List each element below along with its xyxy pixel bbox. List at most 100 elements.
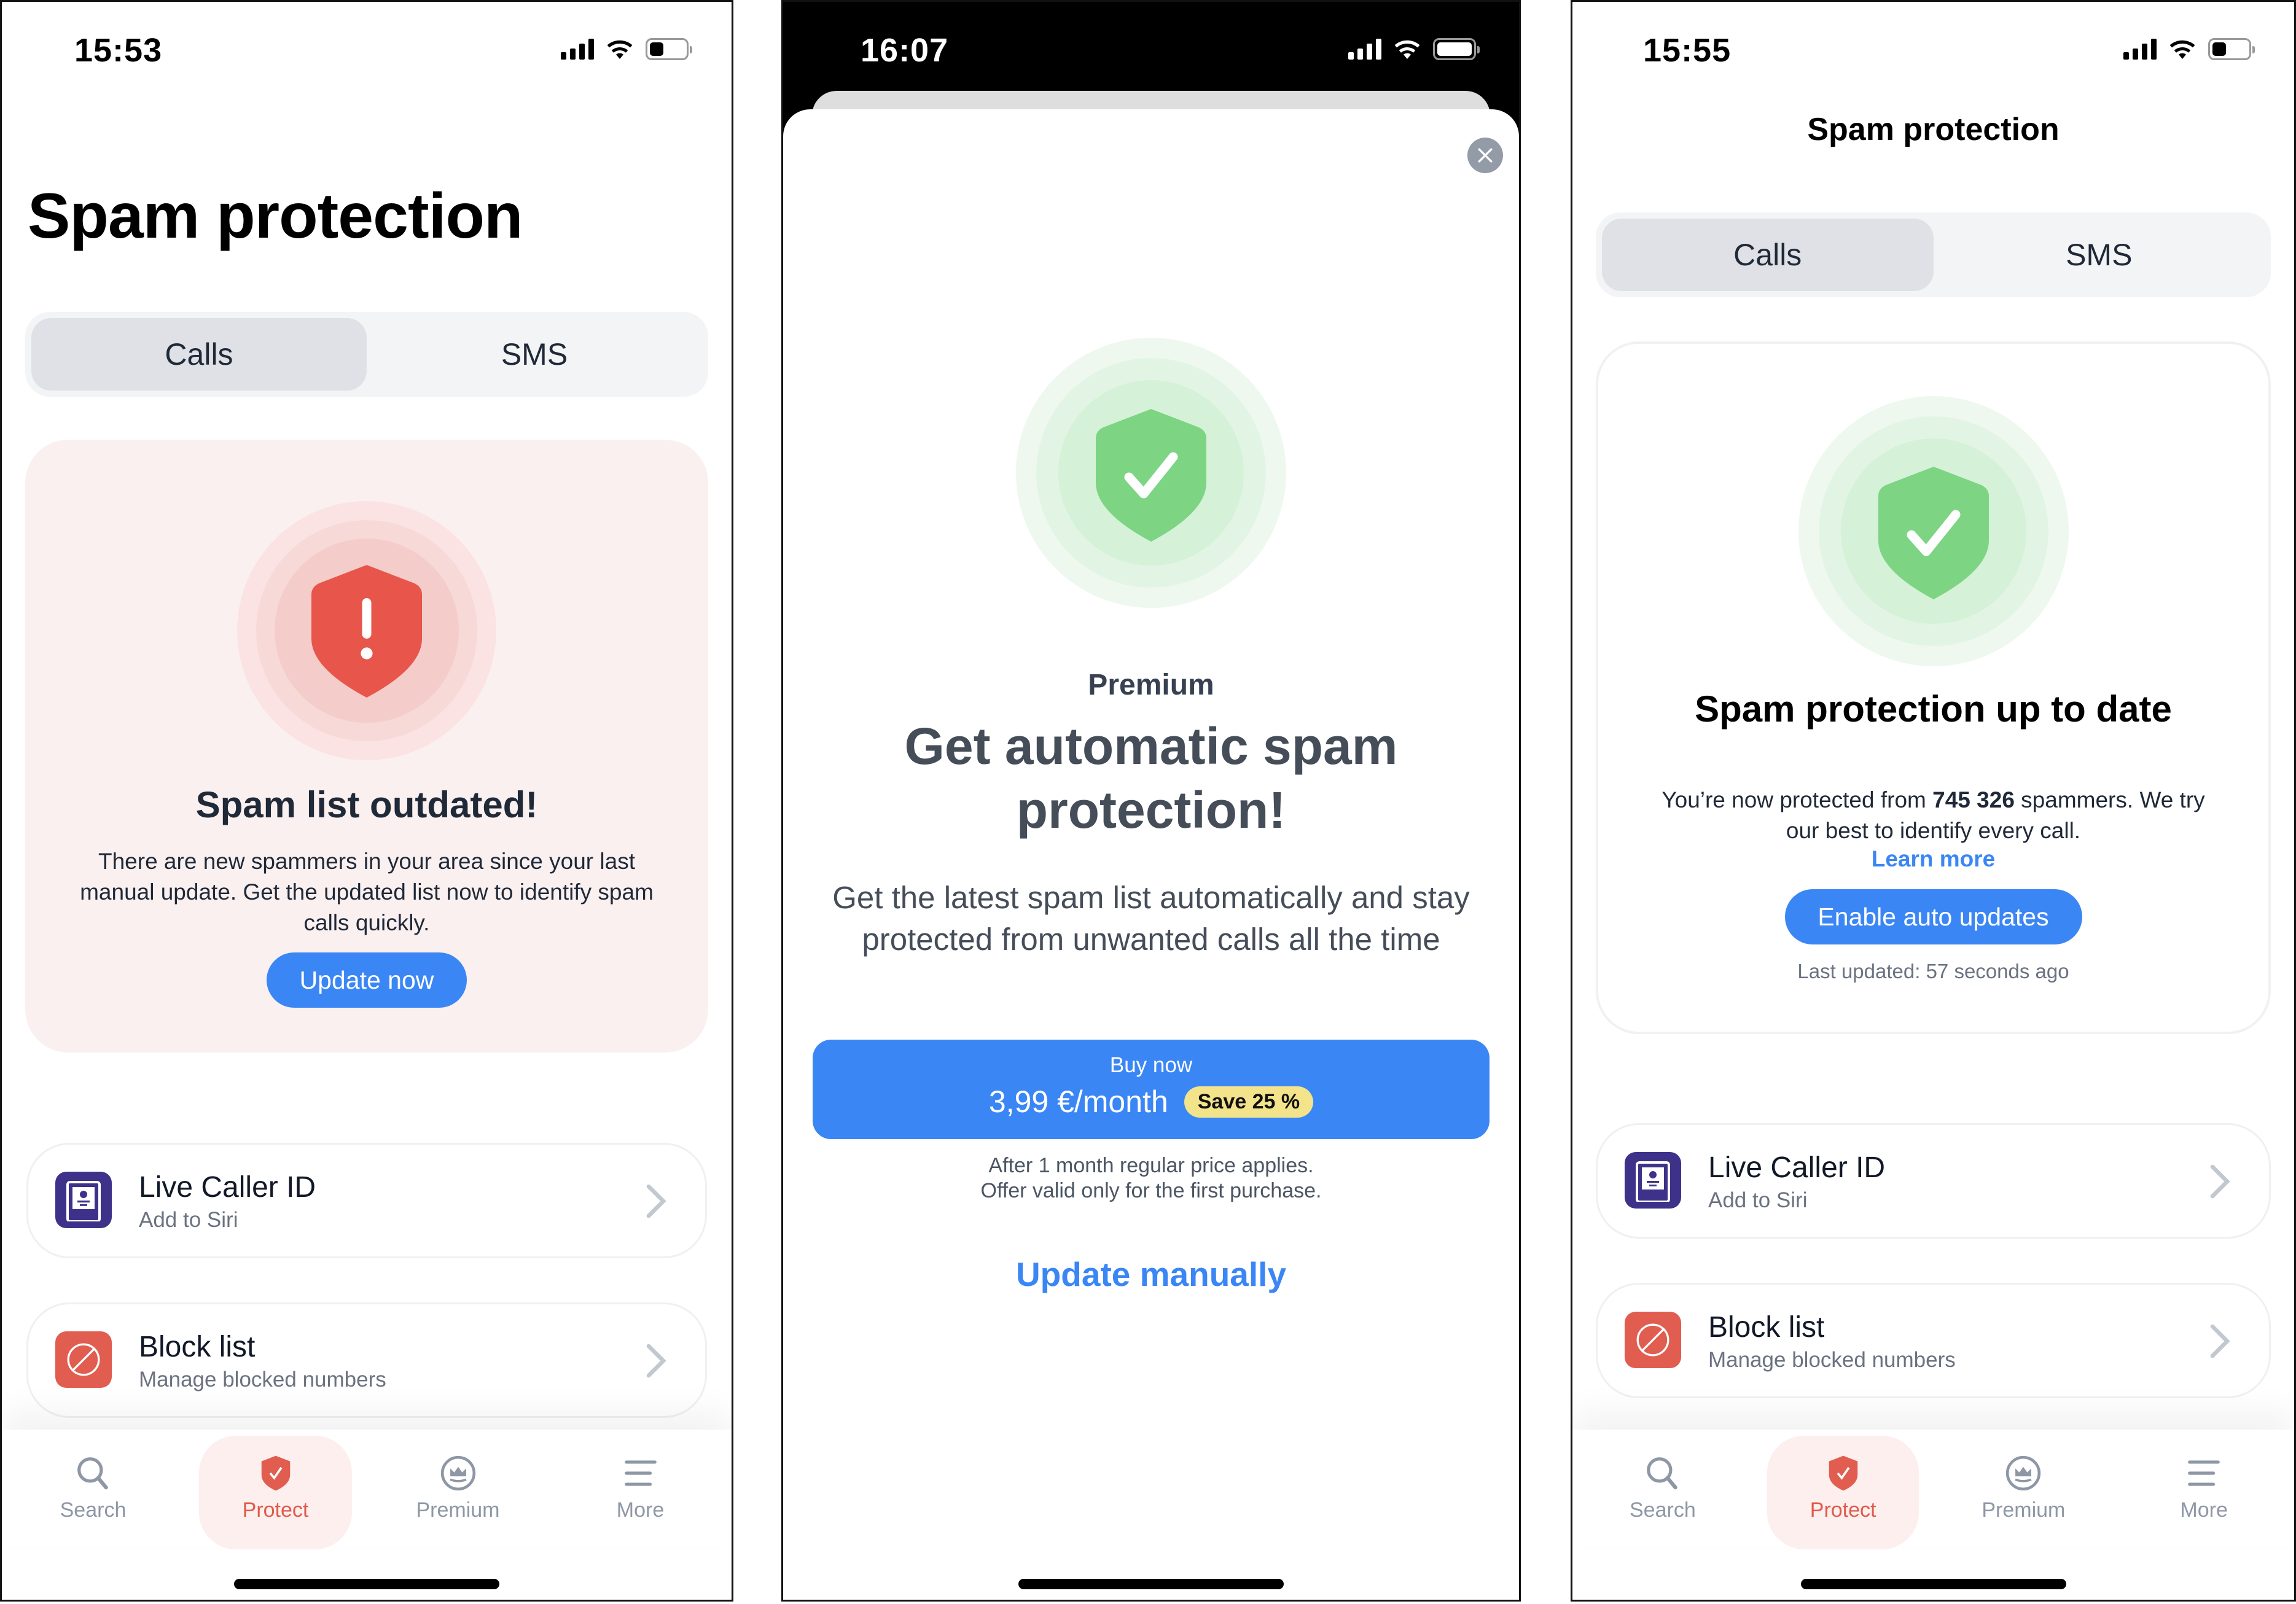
chevron-right-icon [2210, 1164, 2230, 1199]
search-icon [77, 1457, 108, 1489]
close-button[interactable] [1467, 138, 1503, 173]
tab-label: Protect [242, 1498, 309, 1522]
list-item-block-list[interactable]: Block list Manage blocked numbers [1596, 1283, 2271, 1398]
cellular-signal-icon [1348, 39, 1381, 60]
tab-premium[interactable]: Premium [1934, 1430, 2114, 1546]
list-item-subtitle: Add to Siri [1708, 1188, 1808, 1212]
menu-icon [2188, 1460, 2220, 1486]
status-bar: 15:55 [1572, 2, 2294, 94]
buy-now-button[interactable]: Buy now 3,99 €/month Save 25 % [813, 1040, 1490, 1139]
battery-icon [646, 38, 692, 60]
list-item-subtitle: Manage blocked numbers [139, 1368, 386, 1392]
premium-label: Premium [1088, 669, 1214, 701]
menu-icon [624, 1460, 657, 1486]
list-item-block-list[interactable]: Block list Manage blocked numbers [26, 1302, 707, 1418]
list-item-live-caller-id[interactable]: Live Caller ID Add to Siri [26, 1143, 707, 1258]
bottom-tab-bar: Search Protect Premium More [2, 1430, 732, 1549]
cellular-signal-icon [2123, 39, 2157, 60]
last-updated: Last updated: 57 seconds ago [1797, 960, 2069, 983]
home-indicator [1018, 1579, 1284, 1589]
screen-spam-outdated: 15:53 Spam protection Calls SMS Spam lis… [0, 0, 733, 1602]
chevron-right-icon [646, 1344, 666, 1378]
wifi-icon [1394, 40, 1420, 59]
bottom-tab-bar: Search Protect Premium More [1572, 1430, 2294, 1549]
learn-more-link[interactable]: Learn more [1598, 846, 2268, 872]
spam-status-card: Spam list outdated! There are new spamme… [25, 440, 708, 1053]
status-time: 16:07 [861, 32, 949, 69]
list-item-live-caller-id[interactable]: Live Caller ID Add to Siri [1596, 1123, 2271, 1239]
shield-warning-icon [311, 565, 422, 698]
calls-sms-segmented-control: Calls SMS [25, 312, 708, 397]
save-badge: Save 25 % [1184, 1086, 1314, 1118]
contact-card-icon [1625, 1152, 1681, 1209]
battery-icon [2208, 38, 2255, 60]
crown-icon [440, 1455, 475, 1490]
hero-description: You’re now protected from 745 326 spamme… [1647, 785, 2219, 846]
status-time: 15:53 [74, 32, 163, 69]
page-title: Spam protection [28, 181, 523, 252]
tab-calls[interactable]: Calls [1602, 219, 1934, 291]
tab-sms[interactable]: SMS [1934, 219, 2265, 291]
wifi-icon [2169, 40, 2195, 59]
tab-label: More [616, 1498, 665, 1522]
calls-sms-segmented-control: Calls SMS [1596, 212, 2271, 297]
update-manually-link[interactable]: Update manually [783, 1255, 1519, 1294]
shield-check-icon [1829, 1455, 1857, 1490]
tab-label: Premium [1982, 1498, 2066, 1522]
list-item-title: Live Caller ID [1708, 1151, 1886, 1184]
shield-check-icon [1878, 467, 1989, 599]
shield-check-icon [261, 1455, 290, 1490]
nav-title: Spam protection [1807, 112, 2060, 147]
enable-auto-updates-button[interactable]: Enable auto updates [1784, 889, 2082, 944]
price: 3,99 €/month [988, 1084, 1168, 1119]
chevron-right-icon [646, 1184, 666, 1218]
fine-print-line: After 1 month regular price applies. [988, 1154, 1314, 1177]
update-now-button[interactable]: Update now [267, 952, 467, 1008]
tab-label: Protect [1810, 1498, 1876, 1522]
buy-now-label: Buy now [1109, 1053, 1193, 1077]
fine-print-line: Offer valid only for the first purchase. [980, 1179, 1322, 1202]
home-indicator [234, 1579, 499, 1589]
tab-label: More [2180, 1498, 2228, 1522]
tab-more[interactable]: More [2114, 1430, 2294, 1546]
tab-premium[interactable]: Premium [367, 1430, 549, 1546]
promo-description: Get the latest spam list automatically a… [832, 880, 1470, 957]
tab-search[interactable]: Search [1572, 1430, 1753, 1546]
block-icon [1625, 1312, 1681, 1368]
tab-label: Search [60, 1498, 127, 1522]
tab-search[interactable]: Search [2, 1430, 184, 1546]
premium-sheet: Premium Get automatic spam protection! G… [783, 109, 1519, 1600]
tab-sms[interactable]: SMS [367, 318, 702, 391]
contact-card-icon [55, 1172, 112, 1228]
tab-protect[interactable]: Protect [184, 1430, 367, 1549]
list-item-subtitle: Add to Siri [139, 1208, 238, 1232]
list-item-title: Live Caller ID [139, 1171, 316, 1204]
status-time: 15:55 [1643, 32, 1732, 69]
tab-calls[interactable]: Calls [31, 318, 367, 391]
list-item-subtitle: Manage blocked numbers [1708, 1348, 1956, 1372]
crown-icon [2006, 1455, 2041, 1490]
wifi-icon [607, 40, 633, 59]
close-icon [1478, 148, 1493, 163]
fine-print: After 1 month regular price applies. Off… [783, 1153, 1519, 1204]
status-bar: 15:53 [2, 2, 732, 94]
hero-title: Spam list outdated! [195, 784, 538, 825]
tab-more[interactable]: More [549, 1430, 732, 1546]
spammer-count: 745 326 [1932, 787, 2015, 812]
spam-status-card: Spam protection up to date You’re now pr… [1596, 341, 2271, 1034]
tab-label: Search [1630, 1498, 1696, 1522]
list-item-title: Block list [1708, 1311, 1825, 1344]
block-icon [55, 1331, 112, 1388]
hero-title: Spam protection up to date [1695, 688, 2172, 730]
cellular-signal-icon [561, 39, 594, 60]
screen-premium-offer: 16:07 Premium Get automatic spam protect… [781, 0, 1521, 1602]
search-icon [1647, 1457, 1677, 1489]
screen-spam-up-to-date: 15:55 Spam protection Calls SMS Spam pro… [1571, 0, 2296, 1602]
promo-title: Get automatic spam protection! [904, 717, 1398, 839]
tab-label: Premium [416, 1498, 500, 1522]
home-indicator [1800, 1579, 2066, 1589]
hero-description: There are new spammers in your area sinc… [80, 849, 654, 935]
shield-check-icon [1096, 409, 1206, 542]
desc-text: You’re now protected from [1661, 787, 1933, 812]
tab-protect[interactable]: Protect [1753, 1430, 1934, 1549]
